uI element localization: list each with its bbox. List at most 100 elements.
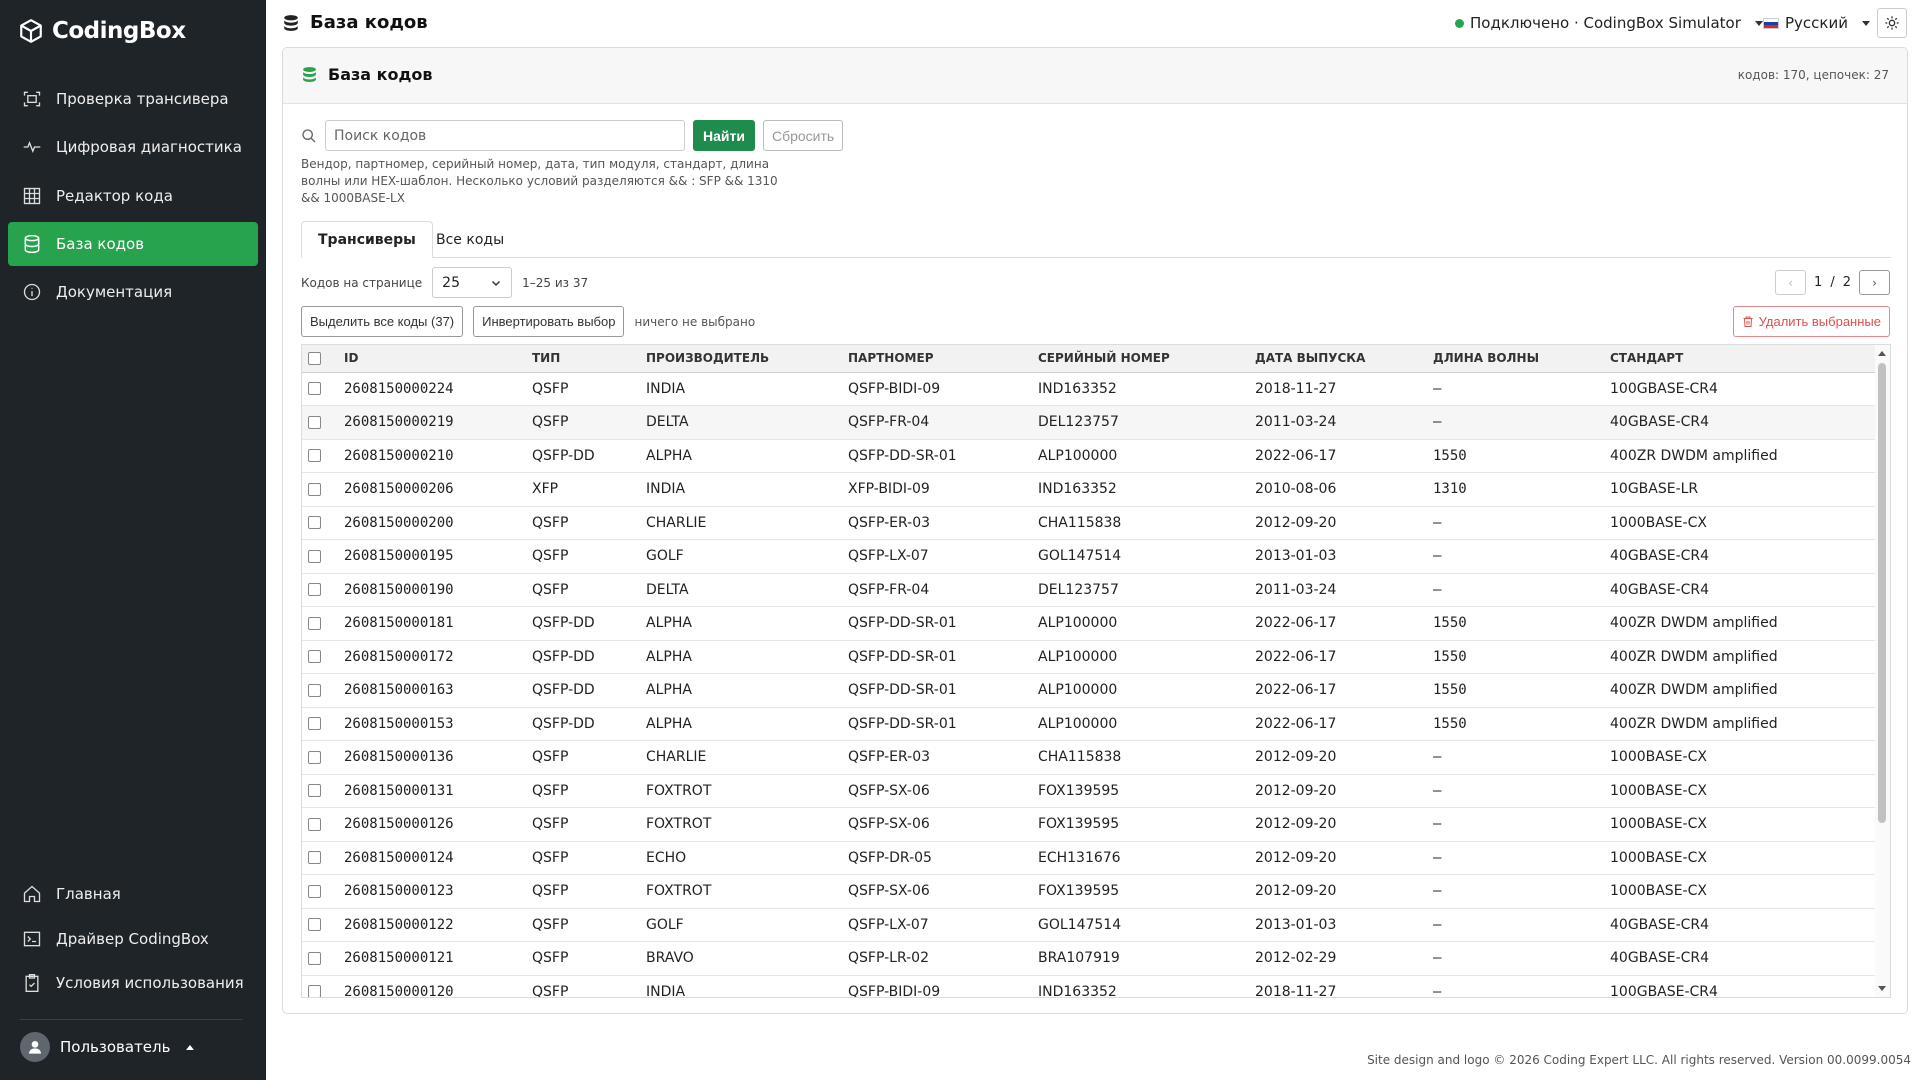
sidebar-item-home[interactable]: Главная	[8, 872, 258, 916]
row-checkbox[interactable]	[308, 583, 321, 597]
table-row[interactable]: 2608150000195 QSFP GOLF QSFP-LX-07 GOL147514…	[302, 539, 1876, 574]
row-checkbox[interactable]	[308, 650, 321, 664]
row-checkbox-cell	[302, 841, 338, 875]
table-row[interactable]: 2608150000136 QSFP CHARLIE QSFP-ER-03 CHA115…	[302, 740, 1876, 775]
table-row[interactable]: 2608150000210 QSFP-DD ALPHA QSFP-DD-SR-01 AL…	[302, 439, 1876, 473]
table-row[interactable]: 2608150000200 QSFP CHARLIE QSFP-ER-03 CHA115…	[302, 506, 1876, 540]
row-checkbox-cell	[302, 439, 338, 473]
column-header-vendor[interactable]: ПРОИЗВОДИТЕЛЬ	[640, 345, 842, 373]
table-scrollbar[interactable]	[1875, 345, 1890, 997]
scrollbar-thumb[interactable]	[1878, 363, 1886, 823]
table-row[interactable]: 2608150000120 QSFP INDIA QSFP-BIDI-09 IND163…	[302, 975, 1876, 997]
row-checkbox[interactable]	[308, 482, 321, 496]
find-button[interactable]: Найти	[693, 120, 755, 151]
sidebar-item-transceiver-check[interactable]: Проверка трансивера	[8, 77, 258, 121]
column-header-id[interactable]: ID	[338, 345, 526, 373]
connection-status-text: Подключено · CodingBox Simulator	[1470, 14, 1741, 32]
cell-id: 2608150000120	[338, 975, 526, 997]
next-page-button[interactable]: ›	[1859, 270, 1890, 295]
row-checkbox[interactable]	[308, 817, 321, 831]
row-checkbox[interactable]	[308, 717, 321, 731]
user-menu[interactable]: Пользователь	[20, 1032, 195, 1062]
row-checkbox[interactable]	[308, 985, 321, 997]
table-row[interactable]: 2608150000181 QSFP-DD ALPHA QSFP-DD-SR-01 AL…	[302, 606, 1876, 641]
table-row[interactable]: 2608150000172 QSFP-DD ALPHA QSFP-DD-SR-01 AL…	[302, 640, 1876, 674]
cell-date: 2022-06-17	[1249, 606, 1427, 641]
chevron-down-icon	[492, 280, 501, 286]
sidebar-item-digital-diagnostics[interactable]: Цифровая диагностика	[8, 125, 258, 169]
row-checkbox[interactable]	[308, 784, 321, 798]
sidebar-item-code-editor[interactable]: Редактор кода	[8, 174, 258, 218]
select-all-checkbox[interactable]	[308, 352, 321, 366]
reset-button[interactable]: Сбросить	[762, 120, 844, 151]
scroll-down-arrow-icon[interactable]	[1878, 986, 1886, 991]
codes-table-scroll[interactable]: ID ТИП ПРОИЗВОДИТЕЛЬ ПАРТНОМЕР СЕРИЙНЫЙ …	[302, 345, 1876, 997]
sidebar-item-code-database[interactable]: База кодов	[8, 222, 258, 266]
user-icon	[29, 1041, 41, 1054]
table-row[interactable]: 2608150000163 QSFP-DD ALPHA QSFP-DD-SR-01 AL…	[302, 673, 1876, 708]
column-header-serial[interactable]: СЕРИЙНЫЙ НОМЕР	[1032, 345, 1249, 373]
column-header-type[interactable]: ТИП	[526, 345, 640, 373]
table-row[interactable]: 2608150000219 QSFP DELTA QSFP-FR-04 DEL12375…	[302, 405, 1876, 440]
row-checkbox-cell	[302, 908, 338, 942]
per-page-select[interactable]: 25	[432, 267, 513, 298]
cell-vendor: DELTA	[640, 573, 842, 607]
cell-partnumber: QSFP-DD-SR-01	[842, 606, 1032, 641]
column-header-date[interactable]: ДАТА ВЫПУСКА	[1249, 345, 1427, 373]
cell-type: QSFP	[526, 841, 640, 875]
row-checkbox[interactable]	[308, 616, 321, 630]
tab-transceivers[interactable]: Трансиверы	[301, 221, 433, 258]
row-checkbox[interactable]	[308, 918, 321, 932]
column-header-wavelength[interactable]: ДЛИНА ВОЛНЫ	[1427, 345, 1604, 373]
cell-vendor: CHARLIE	[640, 506, 842, 540]
row-checkbox[interactable]	[308, 549, 321, 563]
invert-selection-button[interactable]: Инвертировать выбор	[473, 306, 625, 337]
sidebar-item-label: База кодов	[56, 235, 145, 253]
tab-all-codes[interactable]: Все коды	[420, 221, 520, 258]
cell-type: QSFP	[526, 740, 640, 775]
table-row[interactable]: 2608150000126 QSFP FOXTROT QSFP-SX-06 FOX139…	[302, 807, 1876, 842]
column-header-partnumber[interactable]: ПАРТНОМЕР	[842, 345, 1032, 373]
logo[interactable]: CodingBox	[18, 18, 186, 44]
row-checkbox[interactable]	[308, 683, 321, 697]
table-row[interactable]: 2608150000153 QSFP-DD ALPHA QSFP-DD-SR-01 AL…	[302, 707, 1876, 741]
row-checkbox[interactable]	[308, 884, 321, 898]
row-checkbox[interactable]	[308, 750, 321, 764]
table-row[interactable]: 2608150000131 QSFP FOXTROT QSFP-SX-06 FOX139…	[302, 774, 1876, 808]
cell-id: 2608150000206	[338, 472, 526, 507]
search-input[interactable]	[325, 120, 685, 151]
sidebar-item-documentation[interactable]: Документация	[8, 270, 258, 314]
theme-toggle-button[interactable]	[1877, 8, 1907, 38]
connection-status-dropdown[interactable]: Подключено · CodingBox Simulator	[1455, 14, 1763, 32]
cell-standard: 100GBASE-CR4	[1604, 372, 1876, 406]
table-row[interactable]: 2608150000123 QSFP FOXTROT QSFP-SX-06 FOX139…	[302, 874, 1876, 909]
delete-selected-button[interactable]: Удалить выбранные	[1732, 306, 1890, 337]
cell-standard: 1000BASE-CX	[1604, 874, 1876, 909]
table-row[interactable]: 2608150000122 QSFP GOLF QSFP-LX-07 GOL147514…	[302, 908, 1876, 942]
prev-page-button[interactable]: ‹	[1775, 270, 1807, 295]
table-row[interactable]: 2608150000224 QSFP INDIA QSFP-BIDI-09 IND163…	[302, 372, 1876, 406]
column-header-standard[interactable]: СТАНДАРТ	[1604, 345, 1876, 373]
row-checkbox[interactable]	[308, 382, 321, 396]
scroll-up-arrow-icon[interactable]	[1878, 351, 1886, 356]
brand-name: CodingBox	[52, 18, 186, 44]
codes-table: ID ТИП ПРОИЗВОДИТЕЛЬ ПАРТНОМЕР СЕРИЙНЫЙ …	[302, 345, 1876, 997]
language-selector[interactable]: Русский	[1763, 14, 1870, 32]
table-row[interactable]: 2608150000124 QSFP ECHO QSFP-DR-05 ECH131676…	[302, 841, 1876, 875]
select-all-button[interactable]: Выделить все коды (37)	[301, 306, 464, 337]
row-checkbox[interactable]	[308, 516, 321, 530]
row-checkbox[interactable]	[308, 951, 321, 965]
table-row[interactable]: 2608150000121 QSFP BRAVO QSFP-LR-02 BRA10791…	[302, 941, 1876, 976]
per-page-label: Кодов на странице	[301, 275, 423, 290]
row-checkbox[interactable]	[308, 415, 321, 429]
table-row[interactable]: 2608150000206 XFP INDIA XFP-BIDI-09 IND16335…	[302, 472, 1876, 507]
sidebar-item-driver[interactable]: Драйвер CodingBox	[8, 917, 258, 961]
cell-date: 2018-11-27	[1249, 372, 1427, 406]
cell-wavelength: 1550	[1427, 606, 1604, 641]
table-row[interactable]: 2608150000190 QSFP DELTA QSFP-FR-04 DEL12375…	[302, 573, 1876, 607]
row-checkbox[interactable]	[308, 449, 321, 463]
database-icon	[303, 67, 316, 82]
cell-partnumber: QSFP-SX-06	[842, 874, 1032, 909]
row-checkbox[interactable]	[308, 851, 321, 865]
sidebar-item-terms[interactable]: Условия использования	[8, 961, 258, 1005]
